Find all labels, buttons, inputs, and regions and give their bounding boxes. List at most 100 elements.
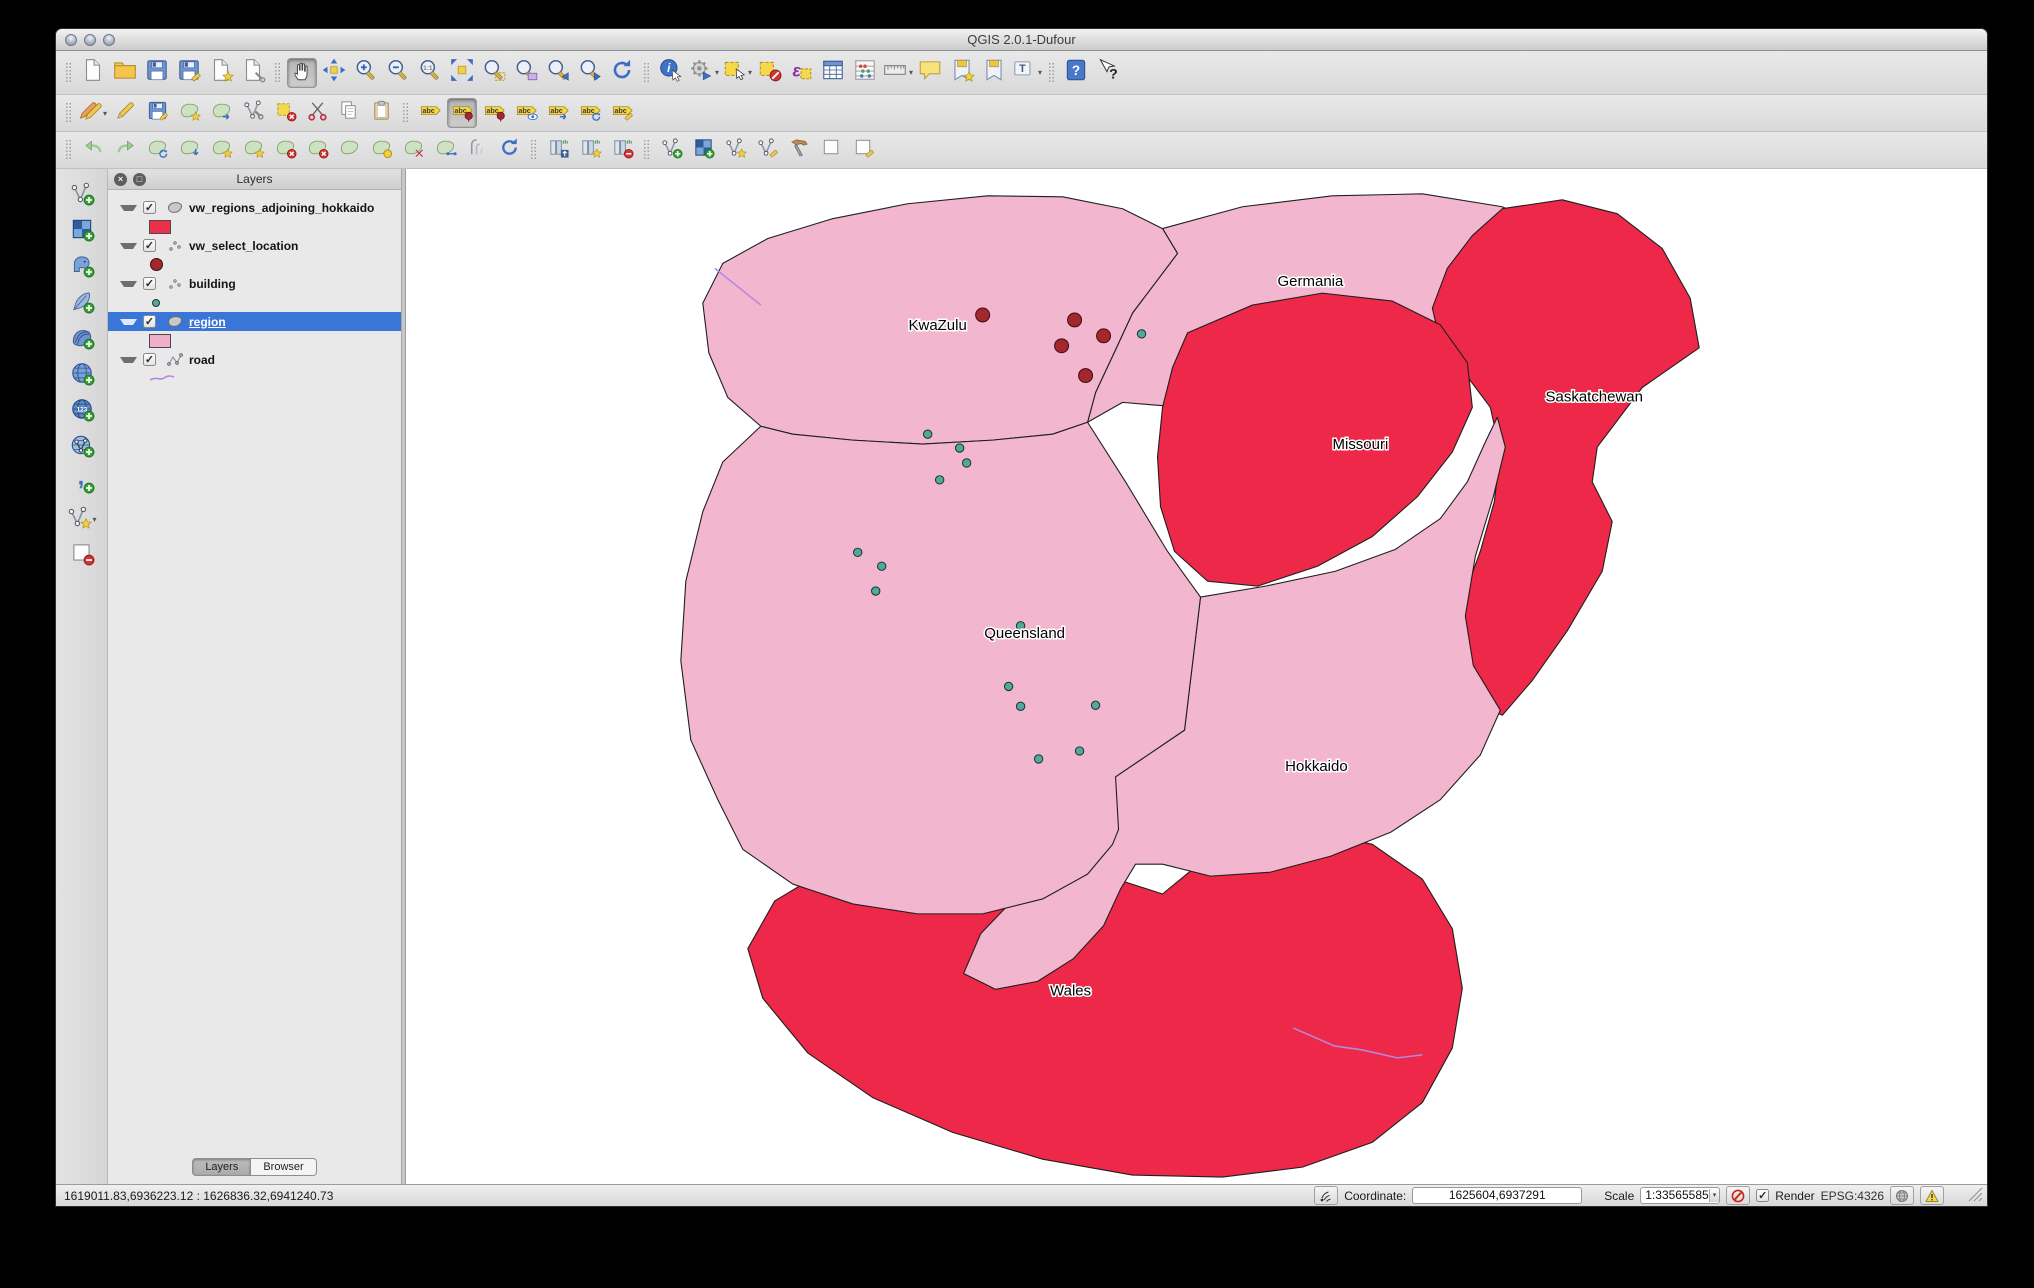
field-calculator-button[interactable] [850, 58, 880, 88]
add-oracle-layer-button[interactable] [69, 357, 95, 393]
zoom-in-button[interactable] [351, 58, 381, 88]
select-features-button[interactable]: ▾ [721, 58, 752, 88]
move-feature-button[interactable] [206, 98, 236, 128]
render-checkbox[interactable]: ✓ [1756, 1189, 1770, 1202]
add-wms-layer-button[interactable]: 123 [69, 393, 95, 429]
node-tool-button[interactable] [238, 98, 268, 128]
split-features-button[interactable] [398, 135, 428, 165]
checkout-edits-button[interactable] [543, 135, 573, 165]
build-topology-tool-button[interactable] [784, 135, 814, 165]
add-feature-button[interactable] [174, 98, 204, 128]
add-raster-layer-button[interactable] [69, 213, 95, 249]
redo-button[interactable] [110, 135, 140, 165]
rotate-label-button[interactable]: abc [575, 98, 605, 128]
zoom-native-button[interactable]: 1:1 [415, 58, 445, 88]
vector-edit-tool-button[interactable] [752, 135, 782, 165]
layer-item-vw_select_location[interactable]: ✓ vw_select_location [108, 236, 401, 255]
toggle-editing-button[interactable] [110, 98, 140, 128]
select-by-expression-button[interactable]: ε [786, 58, 816, 88]
pan-map-button[interactable] [287, 57, 317, 88]
window-resize-grip[interactable] [1968, 1187, 1983, 1205]
tab-browser[interactable]: Browser [251, 1158, 317, 1176]
new-print-composer-button[interactable] [206, 58, 236, 88]
run-feature-action-button[interactable]: ▾ [688, 58, 719, 88]
rollback-edits-button[interactable] [607, 135, 637, 165]
title-bar[interactable]: QGIS 2.0.1-Dufour [56, 29, 1987, 51]
delete-part-button[interactable] [302, 135, 332, 165]
add-vector-layer-button[interactable] [69, 177, 95, 213]
disclosure-triangle-icon[interactable] [120, 242, 137, 249]
panel-detach-icon[interactable]: □ [133, 172, 146, 186]
map-extent-edit-tool-button[interactable] [848, 135, 878, 165]
layer-visibility-checkbox[interactable]: ✓ [143, 315, 156, 328]
paste-features-button[interactable] [366, 98, 396, 128]
zoom-to-layer-button[interactable] [511, 58, 541, 88]
add-wfs-layer-button[interactable] [69, 429, 95, 465]
map-extent-tool-button[interactable] [816, 135, 846, 165]
layer-visibility-checkbox[interactable]: ✓ [143, 239, 156, 252]
show-bookmarks-button[interactable] [979, 58, 1009, 88]
text-annotation-dropdown-icon[interactable]: ▾ [1038, 68, 1042, 77]
copy-features-button[interactable] [334, 98, 364, 128]
show-hide-labels-button[interactable]: abc [511, 98, 541, 128]
minimize-window-button[interactable] [84, 33, 96, 46]
layer-symbol-swatch[interactable] [149, 258, 163, 271]
select-features-dropdown-icon[interactable]: ▾ [748, 68, 752, 77]
current-edits-dropdown-icon[interactable]: ▾ [103, 109, 107, 118]
toolbar-grip[interactable] [65, 139, 72, 161]
new-vector-feature-tool-button[interactable] [656, 135, 686, 165]
zoom-to-selection-button[interactable] [479, 58, 509, 88]
new-bookmark-button[interactable] [947, 58, 977, 88]
save-project-as-button[interactable] [174, 58, 204, 88]
zoom-window-button[interactable] [103, 33, 115, 46]
zoom-out-button[interactable] [383, 58, 413, 88]
layer-symbol-swatch[interactable] [149, 219, 171, 234]
coordinate-input[interactable]: 1625604,6937291 [1412, 1187, 1583, 1204]
measure-line-button[interactable]: ▾ [882, 58, 913, 88]
composer-manager-button[interactable] [238, 58, 268, 88]
toolbar-grip[interactable] [274, 61, 281, 84]
toggle-extents-icon[interactable] [1314, 1186, 1339, 1205]
whats-this-button[interactable]: ? [1093, 58, 1123, 88]
move-label-button[interactable]: abc [543, 98, 573, 128]
deselect-features-button[interactable] [754, 58, 784, 88]
toolbar-grip[interactable] [65, 61, 72, 84]
scale-combobox[interactable]: 1:33565585 ▾ [1640, 1187, 1721, 1204]
text-annotation-button[interactable]: T ▾ [1011, 58, 1042, 88]
add-delimited-text-layer-button[interactable]: , [69, 463, 95, 501]
pin-labels-button[interactable]: abc [447, 98, 477, 128]
layer-item-vw_regions_adjoining_hokkaido[interactable]: ✓ vw_regions_adjoining_hokkaido [108, 198, 401, 217]
labeling-options-button[interactable]: abc [415, 98, 445, 128]
toolbar-grip[interactable] [65, 102, 72, 124]
refresh-edits-button[interactable] [494, 135, 524, 165]
layer-symbol-swatch[interactable] [152, 298, 160, 307]
offset-curve-button[interactable] [462, 135, 492, 165]
toolbar-grip[interactable] [643, 61, 650, 84]
scale-dropdown-icon[interactable]: ▾ [1708, 1189, 1720, 1202]
log-messages-icon[interactable] [1920, 1186, 1944, 1205]
measure-line-dropdown-icon[interactable]: ▾ [909, 68, 913, 77]
toolbar-grip[interactable] [402, 102, 409, 124]
tab-layers[interactable]: Layers [192, 1158, 252, 1176]
simplify-feature-button[interactable] [174, 135, 204, 165]
layer-item-region[interactable]: ✓ region [108, 312, 401, 331]
merge-features-button[interactable] [430, 135, 460, 165]
rotate-feature-button[interactable] [142, 135, 172, 165]
zoom-next-button[interactable] [575, 58, 605, 88]
delete-selected-button[interactable] [270, 98, 300, 128]
add-ring-button[interactable] [206, 135, 236, 165]
save-layer-edits-button[interactable] [142, 98, 172, 128]
undo-button[interactable] [78, 135, 108, 165]
reshape-features-button[interactable] [334, 135, 364, 165]
disclosure-triangle-icon[interactable] [120, 318, 137, 325]
layer-item-road[interactable]: ✓ road [108, 350, 401, 369]
refresh-map-button[interactable] [607, 58, 637, 88]
map-tips-button[interactable] [915, 58, 945, 88]
remove-layer-button[interactable] [69, 537, 95, 573]
layer-visibility-checkbox[interactable]: ✓ [143, 277, 156, 290]
toolbar-grip[interactable] [530, 139, 537, 161]
layer-visibility-checkbox[interactable]: ✓ [143, 201, 156, 214]
layer-visibility-checkbox[interactable]: ✓ [143, 353, 156, 366]
delete-ring-button[interactable] [270, 135, 300, 165]
disclosure-triangle-icon[interactable] [120, 280, 137, 287]
